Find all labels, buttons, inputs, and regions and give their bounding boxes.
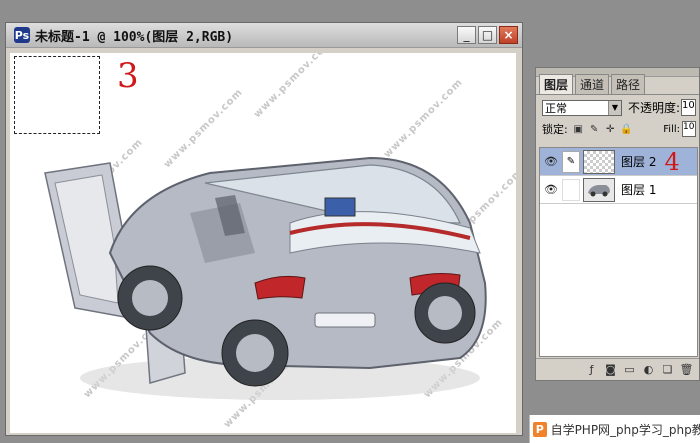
document-window: Ps 未标题-1 @ 100%(图层 2,RGB) _ □ × www.psmo… [5, 22, 523, 436]
fill-label: Fill: [663, 123, 680, 135]
tab-layers[interactable]: 图层 [539, 74, 574, 94]
layers-list: 👁 ✎ 图层 2 4 👁 图层 1 [539, 147, 698, 357]
layer-style-icon[interactable]: ƒ [585, 363, 598, 376]
layer-row[interactable]: 👁 图层 1 [540, 176, 697, 204]
site-watermark-badge: P 自学PHP网_php学习_php教程 [529, 415, 700, 443]
fill-input[interactable]: 10 [682, 121, 696, 137]
brush-icon: ✎ [562, 150, 580, 173]
lock-all-icon[interactable]: 🔒 [620, 124, 632, 135]
panel-tabs: 图层 通道 路径 [536, 74, 699, 95]
opacity-label: 不透明度: [627, 101, 681, 115]
layer-link-slot [562, 178, 580, 201]
layer-thumbnail [583, 149, 615, 174]
annotation-number-4: 4 [664, 147, 680, 176]
layer-mask-icon[interactable]: ◙ [604, 363, 617, 376]
blend-mode-value: 正常 [545, 101, 567, 115]
lock-position-icon[interactable]: ✛ [605, 124, 616, 135]
layer-row[interactable]: 👁 ✎ 图层 2 4 [540, 148, 697, 176]
panel-footer: ƒ ◙ ▭ ◐ ❏ 🗑 [536, 358, 699, 380]
site-text: 自学PHP网_php学习_php教程 [550, 422, 700, 437]
eye-icon[interactable]: 👁 [540, 183, 562, 196]
lock-transparency-icon[interactable]: ▣ [573, 124, 584, 135]
lock-label: 锁定: [542, 123, 568, 136]
tab-paths[interactable]: 路径 [611, 74, 646, 94]
layer-name: 图层 2 [621, 155, 657, 169]
document-title: 未标题-1 @ 100%(图层 2,RGB) [35, 29, 234, 45]
lock-image-pixels-icon[interactable]: ✎ [589, 124, 600, 135]
document-canvas[interactable]: www.psmov.com www.psmov.com www.psmov.co… [10, 53, 516, 433]
car-cutaway-image [44, 156, 487, 400]
annotation-number-3: 3 [117, 56, 139, 96]
layers-panel: 图层 通道 路径 正常 ▼ 不透明度: 10 锁定: ▣ ✎ ✛ 🔒 Fill:… [535, 67, 700, 381]
blend-mode-select[interactable]: 正常 ▼ [542, 99, 622, 116]
selection-marquee[interactable] [14, 56, 100, 134]
site-logo: P [533, 421, 547, 437]
document-titlebar[interactable]: Ps 未标题-1 @ 100%(图层 2,RGB) _ □ × [6, 23, 522, 48]
trash-icon[interactable]: 🗑 [680, 363, 694, 376]
photoshop-icon: Ps [14, 27, 30, 43]
tab-channels[interactable]: 通道 [575, 74, 610, 94]
maximize-button[interactable]: □ [478, 26, 497, 44]
new-layer-icon[interactable]: ❏ [661, 363, 674, 376]
chevron-down-icon: ▼ [607, 100, 621, 115]
new-group-icon[interactable]: ▭ [623, 363, 636, 376]
minimize-button[interactable]: _ [457, 26, 476, 44]
layer-thumbnail [583, 177, 615, 202]
adjustment-layer-icon[interactable]: ◐ [642, 363, 655, 376]
close-button[interactable]: × [499, 26, 518, 44]
opacity-input[interactable]: 10 [681, 99, 696, 116]
eye-icon[interactable]: 👁 [540, 155, 562, 168]
car-thumbnail-icon [588, 184, 610, 196]
layer-name: 图层 1 [621, 183, 657, 197]
